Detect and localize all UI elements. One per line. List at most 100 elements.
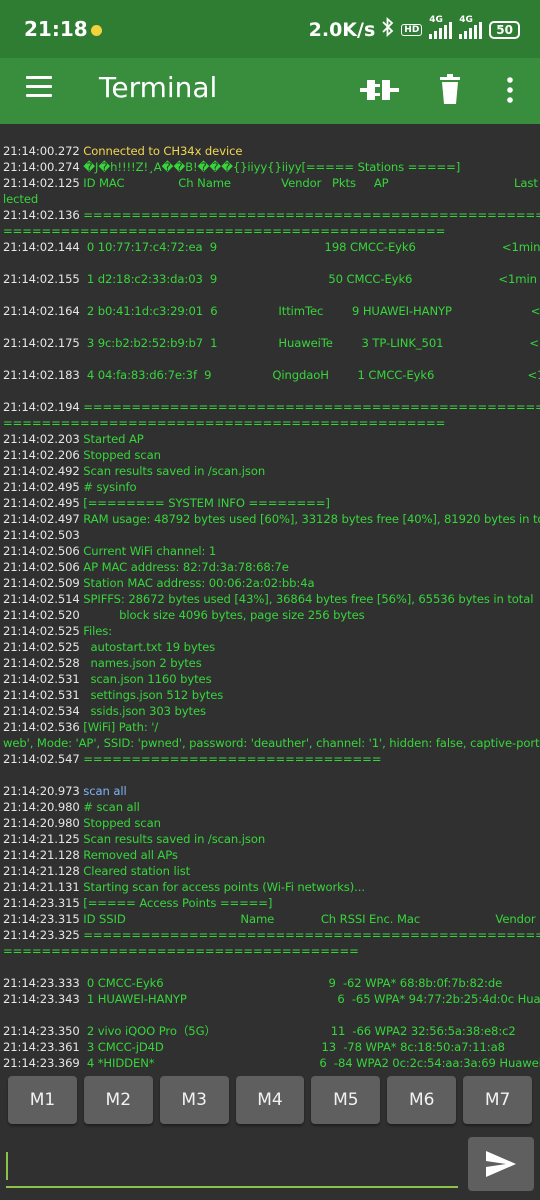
- macro-button-m5[interactable]: M5: [311, 1076, 381, 1124]
- terminal-line: 21:14:02.497 RAM usage: 48792 bytes used…: [0, 511, 540, 527]
- line-text: Cleared station list: [79, 864, 191, 878]
- macro-button-m6[interactable]: M6: [387, 1076, 457, 1124]
- line-text: block size 4096 bytes, page size 256 byt…: [79, 608, 365, 622]
- line-text: ========================================…: [3, 416, 446, 430]
- menu-icon[interactable]: [26, 76, 52, 98]
- line-text: ID MAC Ch Name Vendor Pkts AP Last Seen …: [79, 176, 540, 190]
- line-text: 2 vivo iQOO Pro（5G） 11 -66 WPA2 32:56:5a…: [79, 1024, 516, 1038]
- macro-button-m3[interactable]: M3: [159, 1076, 229, 1124]
- line-timestamp: 21:14:02.531: [3, 688, 80, 702]
- line-text: ========================================…: [83, 928, 540, 942]
- line-text: ========================================…: [83, 400, 540, 414]
- hd-badge: HD: [401, 23, 423, 36]
- text-caret: [6, 1152, 8, 1180]
- line-text: 4 04:fa:83:d6:7e:3f 9 QingdaoH 1 CMCC-Ey…: [79, 368, 540, 382]
- terminal-line: 21:14:02.531 scan.json 1160 bytes: [0, 671, 540, 687]
- line-timestamp: 21:14:02.155: [3, 272, 80, 286]
- terminal-line: 21:14:02.183 4 04:fa:83:d6:7e:3f 9 Qingd…: [0, 367, 540, 383]
- line-text: Stopped scan: [79, 816, 161, 830]
- line-text: settings.json 512 bytes: [79, 688, 224, 702]
- macro-button-m1[interactable]: M1: [8, 1076, 77, 1124]
- terminal-line: 21:14:02.506 AP MAC address: 82:7d:3a:78…: [0, 559, 540, 575]
- terminal-line: 21:14:00.274 �J�h!!!!Z!¸A��B!���{}iiyy{}…: [0, 159, 540, 175]
- macro-button-m4[interactable]: M4: [235, 1076, 305, 1124]
- terminal-output[interactable]: 21:14:00.272 Connected to CH34x device 21…: [0, 143, 540, 1068]
- line-text: Stopped scan: [79, 448, 161, 462]
- terminal-line: 21:14:02.503: [0, 527, 540, 543]
- terminal-line: 21:14:23.369 4 *HIDDEN* 6 -84 WPA2 0c:2c…: [0, 1055, 540, 1068]
- delete-icon[interactable]: [430, 72, 474, 108]
- line-timestamp: 21:14:02.520: [3, 608, 80, 622]
- line-text: 1 HUAWEI-HANYP 6 -65 WPA* 94:77:2b:25:4d…: [79, 992, 540, 1006]
- line-timestamp: 21:14:02.203: [3, 432, 80, 446]
- line-timestamp: 21:14:02.183: [3, 368, 80, 382]
- line-timestamp: 21:14:02.531: [3, 672, 80, 686]
- terminal-line: 21:14:02.164 2 b0:41:1d:c3:29:01 6 Ittim…: [0, 303, 540, 319]
- line-timestamp: 21:14:02.144: [3, 240, 80, 254]
- terminal-line: ========================================…: [0, 415, 540, 431]
- line-text: 2 b0:41:1d:c3:29:01 6 IttimTec 9 HUAWEI-…: [79, 304, 540, 318]
- line-timestamp: 21:14:02.534: [3, 704, 80, 718]
- terminal-line: 21:14:20.973 scan all: [0, 783, 540, 799]
- terminal-line: 21:14:02.495 # sysinfo: [0, 479, 540, 495]
- terminal-line: 21:14:02.547 ===========================…: [0, 751, 540, 767]
- terminal-line: 21:14:02.194 ===========================…: [0, 399, 540, 415]
- line-timestamp: 21:14:23.325: [3, 928, 80, 942]
- line-timestamp: 21:14:00.274: [3, 160, 80, 174]
- line-timestamp: 21:14:21.128: [3, 848, 80, 862]
- line-text: Scan results saved in /scan.json: [79, 832, 266, 846]
- terminal-line: 21:14:02.520 block size 4096 bytes, page…: [0, 607, 540, 623]
- macro-button-m2[interactable]: M2: [83, 1076, 153, 1124]
- line-text: scan.json 1160 bytes: [79, 672, 212, 686]
- line-timestamp: 21:14:02.503: [3, 528, 80, 542]
- terminal-line: 21:14:00.272 Connected to CH34x device: [0, 143, 540, 159]
- status-icons: 2.0K/s HD 4G 4G 50: [309, 15, 520, 42]
- line-text: 0 CMCC-Eyk6 9 -62 WPA* 68:8b:0f:7b:82:de: [79, 976, 503, 990]
- line-text: web', Mode: 'AP', SSID: 'pwned', passwor…: [3, 736, 540, 750]
- terminal-line: 21:14:20.980 # scan all: [0, 799, 540, 815]
- notification-dot-icon: [91, 25, 102, 36]
- line-timestamp: 21:14:02.206: [3, 448, 80, 462]
- more-vert-icon[interactable]: [490, 72, 530, 108]
- line-timestamp: 21:14:02.175: [3, 336, 80, 350]
- line-text: 3 CMCC-jD4D 13 -78 WPA* 8c:18:50:a7:11:a…: [79, 1040, 505, 1054]
- line-timestamp: 21:14:23.369: [3, 1056, 80, 1068]
- status-bar: 21:18 2.0K/s HD 4G 4G 50: [0, 0, 540, 58]
- terminal-line: web', Mode: 'AP', SSID: 'pwned', passwor…: [0, 735, 540, 751]
- connect-plug-icon[interactable]: [358, 72, 402, 108]
- line-timestamp: 21:14:02.536: [3, 720, 80, 734]
- terminal-line: 21:14:02.206 Stopped scan: [0, 447, 540, 463]
- input-bar: [0, 1132, 540, 1200]
- line-text: # sysinfo: [79, 480, 137, 494]
- macro-button-row: M1 M2 M3 M4 M5 M6 M7: [8, 1076, 533, 1124]
- line-text: lected: [3, 192, 39, 206]
- line-timestamp: 21:14:02.194: [3, 400, 80, 414]
- line-text: ========================================…: [3, 224, 446, 238]
- line-timestamp: 21:14:21.131: [3, 880, 80, 894]
- terminal-line: 21:14:21.128 Cleared station list: [0, 863, 540, 879]
- macro-button-m7[interactable]: M7: [463, 1076, 533, 1124]
- line-timestamp: 21:14:02.525: [3, 640, 80, 654]
- line-text: RAM usage: 48792 bytes used [60%], 33128…: [79, 512, 540, 526]
- line-timestamp: 21:14:02.525: [3, 624, 80, 638]
- line-text: ssids.json 303 bytes: [79, 704, 206, 718]
- terminal-line: 21:14:21.128 Removed all APs: [0, 847, 540, 863]
- line-text: ===============================: [79, 752, 382, 766]
- terminal-line: 21:14:23.333 0 CMCC-Eyk6 9 -62 WPA* 68:8…: [0, 975, 540, 991]
- terminal-line: 21:14:02.492 Scan results saved in /scan…: [0, 463, 540, 479]
- terminal-line: 21:14:02.525 autostart.txt 19 bytes: [0, 639, 540, 655]
- line-timestamp: 21:14:02.506: [3, 544, 80, 558]
- send-icon: [486, 1151, 516, 1177]
- signal-icon-2: 4G: [459, 15, 483, 39]
- command-input[interactable]: [6, 1144, 458, 1188]
- line-text: Scan results saved in /scan.json: [79, 464, 266, 478]
- terminal-line: =====================================: [0, 943, 540, 959]
- app-bar: Terminal: [0, 58, 540, 124]
- line-text: ID SSID Name Ch RSSI Enc. Mac Vendor Sel…: [83, 912, 536, 926]
- send-button[interactable]: [468, 1137, 534, 1191]
- line-text: [WiFi] Path: '/: [79, 720, 159, 734]
- line-timestamp: 21:14:23.315: [3, 896, 80, 910]
- line-text: Removed all APs: [79, 848, 178, 862]
- line-timestamp: 21:14:02.528: [3, 656, 80, 670]
- line-timestamp: 21:14:20.980: [3, 800, 80, 814]
